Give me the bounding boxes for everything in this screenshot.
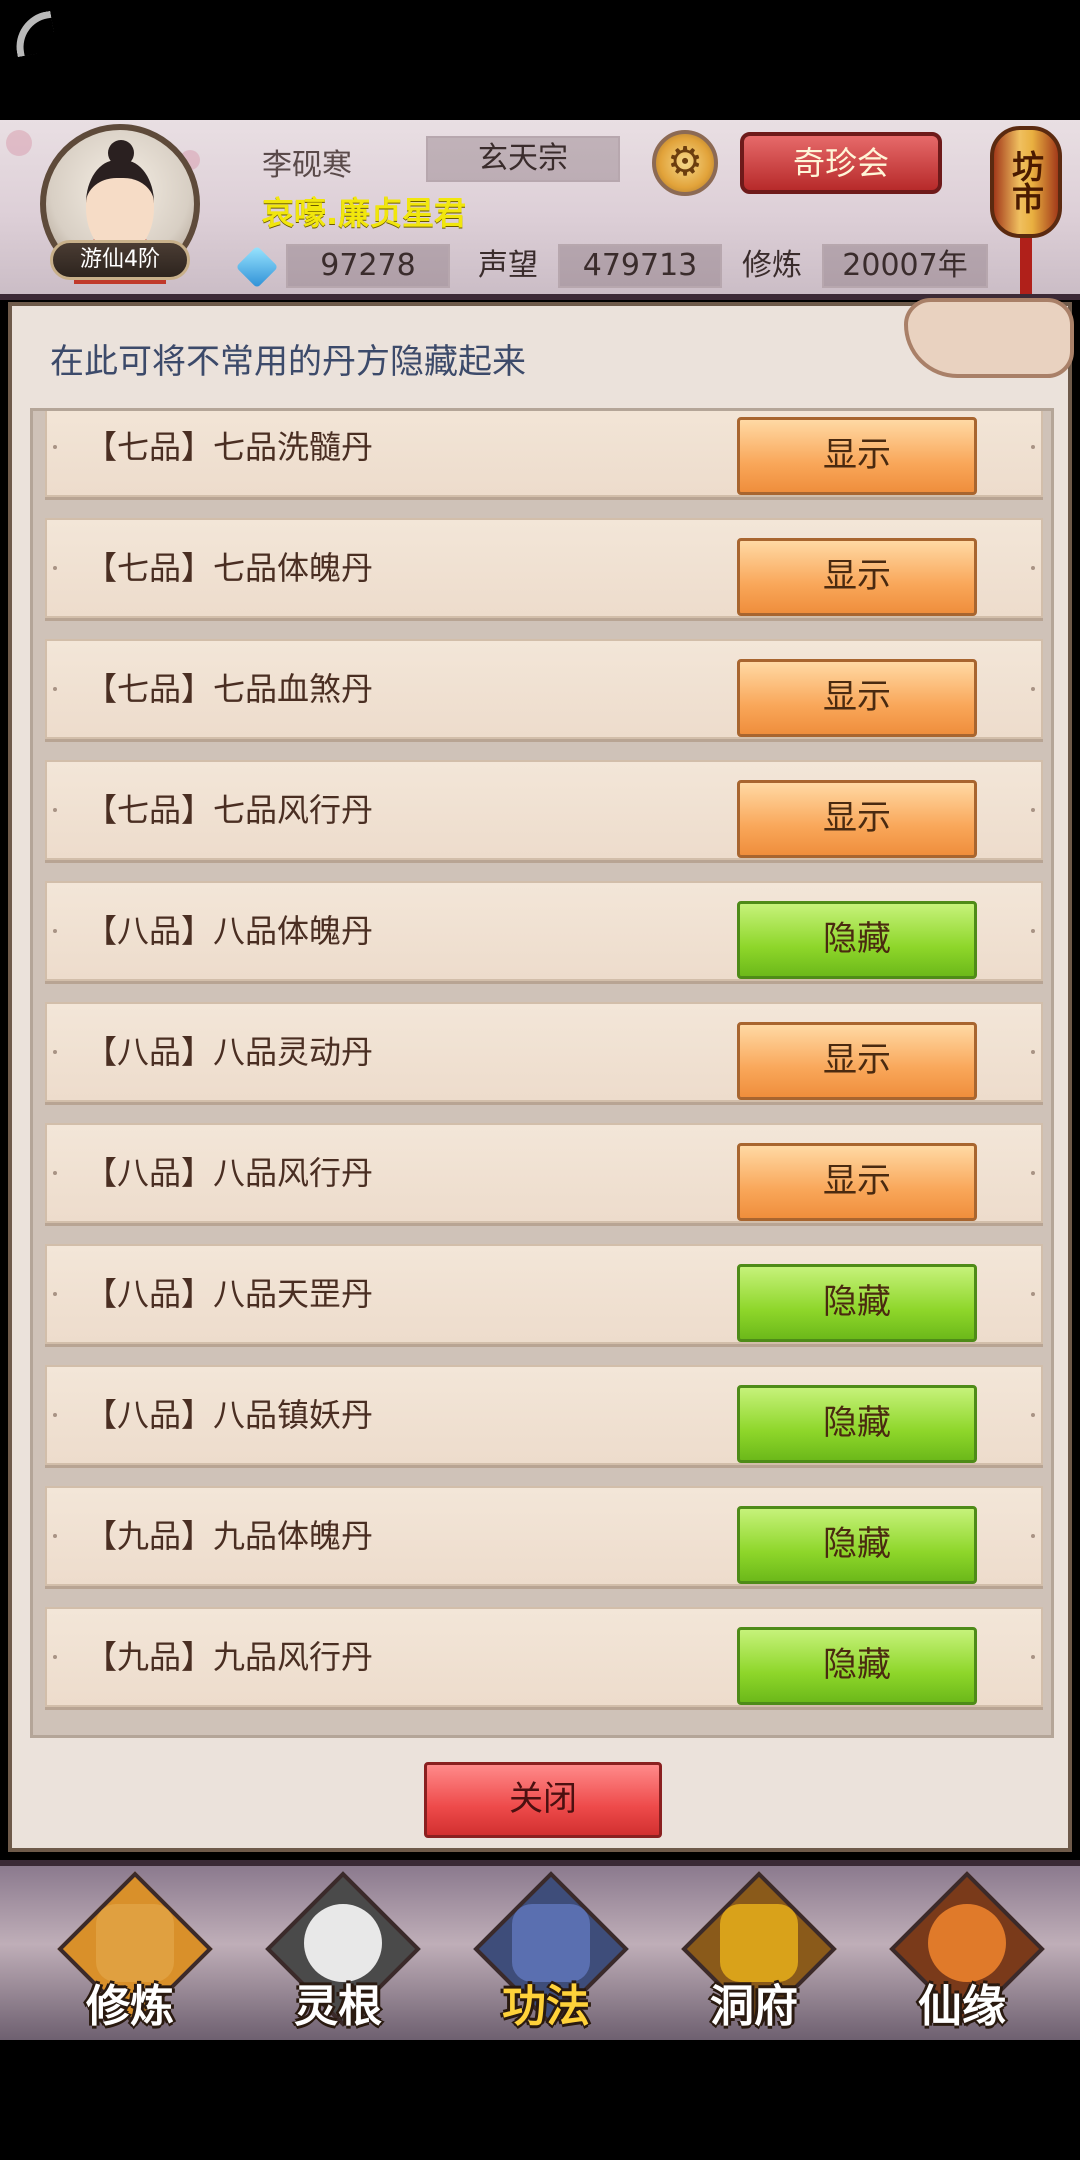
toggle-visibility-button[interactable]: 隐藏	[737, 901, 977, 979]
rivet-dot	[53, 1292, 57, 1296]
list-item: 【八品】八品灵动丹 显示	[45, 1002, 1043, 1102]
pill-name: 【七品】七品体魄丹	[85, 549, 374, 587]
sect-name: 玄天宗	[426, 136, 620, 182]
toggle-visibility-button[interactable]: 显示	[737, 1143, 977, 1221]
toggle-visibility-button[interactable]: 显示	[737, 538, 977, 616]
list-item: 【七品】七品洗髓丹 显示	[45, 411, 1043, 497]
list-item: 【九品】九品风行丹 隐藏	[45, 1607, 1043, 1707]
list-item: 【七品】七品风行丹 显示	[45, 760, 1043, 860]
lantern-tassel	[1020, 238, 1032, 294]
settings-gear-icon[interactable]: ⚙	[652, 130, 718, 196]
list-item: 【七品】七品体魄丹 显示	[45, 518, 1043, 618]
rivet-dot	[53, 1534, 57, 1538]
spirit-stone-icon	[235, 245, 279, 289]
rivet-dot	[1031, 445, 1035, 449]
rivet-dot	[53, 566, 57, 570]
rank-badge: 游仙4阶	[50, 240, 190, 280]
nav-spirit-root[interactable]: 灵根	[258, 1871, 421, 2034]
player-header: 游仙4阶 李砚寒 玄天宗 ⚙ 奇珍会 坊市 哀嚎.廉贞星君 97278 声望 4…	[0, 120, 1080, 300]
toggle-visibility-button[interactable]: 显示	[737, 780, 977, 858]
toggle-visibility-button[interactable]: 隐藏	[737, 1506, 977, 1584]
nav-label: 功法	[502, 1981, 590, 2032]
rivet-dot	[1031, 1655, 1035, 1659]
cultivation-value: 20007年	[822, 244, 988, 288]
rivet-dot	[53, 929, 57, 933]
bottom-bar	[0, 2040, 1080, 2160]
pill-name: 【九品】九品体魄丹	[85, 1517, 374, 1555]
nav-label: 仙缘	[918, 1981, 1006, 2032]
nav-cave[interactable]: 洞府	[674, 1871, 837, 2034]
rivet-dot	[1031, 808, 1035, 812]
player-title: 哀嚎.廉贞星君	[262, 194, 467, 232]
nav-cultivate[interactable]: 修炼	[50, 1871, 213, 2034]
nav-fate[interactable]: 仙缘	[882, 1871, 1045, 2034]
blossom-decoration	[6, 130, 32, 156]
list-item: 【八品】八品体魄丹 隐藏	[45, 881, 1043, 981]
nav-label: 洞府	[710, 1981, 798, 2032]
rivet-dot	[1031, 1534, 1035, 1538]
cultivation-label: 修炼	[742, 248, 802, 283]
pill-name: 【七品】七品血煞丹	[85, 670, 374, 708]
list-item: 【七品】七品血煞丹 显示	[45, 639, 1043, 739]
nav-label: 修炼	[86, 1981, 174, 2032]
rivet-dot	[1031, 1292, 1035, 1296]
pill-name: 【七品】七品洗髓丹	[85, 428, 374, 466]
avatar-hair	[108, 140, 134, 166]
status-bar	[0, 0, 1080, 120]
rivet-dot	[53, 1050, 57, 1054]
rivet-dot	[1031, 566, 1035, 570]
list-item: 【八品】八品天罡丹 隐藏	[45, 1244, 1043, 1344]
rivet-dot	[53, 445, 57, 449]
pill-visibility-panel: 在此可将不常用的丹方隐藏起来 【七品】七品洗髓丹 显示 【七品】七品体魄丹 显示…	[8, 298, 1074, 1852]
toggle-visibility-button[interactable]: 隐藏	[737, 1385, 977, 1463]
toggle-visibility-button[interactable]: 显示	[737, 659, 977, 737]
rivet-dot	[53, 1413, 57, 1417]
close-button[interactable]: 关闭	[424, 1762, 662, 1838]
player-name: 李砚寒	[262, 148, 352, 183]
rivet-dot	[1031, 687, 1035, 691]
rivet-dot	[1031, 1413, 1035, 1417]
toggle-visibility-button[interactable]: 显示	[737, 417, 977, 495]
toggle-visibility-button[interactable]: 隐藏	[737, 1264, 977, 1342]
reputation-label: 声望	[478, 248, 538, 283]
list-item: 【八品】八品风行丹 显示	[45, 1123, 1043, 1223]
pill-name: 【八品】八品灵动丹	[85, 1033, 374, 1071]
treasure-market-button[interactable]: 奇珍会	[740, 132, 942, 194]
pill-name: 【八品】八品体魄丹	[85, 912, 374, 950]
bottom-nav: 修炼 灵根 功法 洞府 仙缘	[0, 1860, 1080, 2040]
loading-icon	[10, 10, 58, 58]
pill-name: 【八品】八品天罡丹	[85, 1275, 374, 1313]
list-item: 【八品】八品镇妖丹 隐藏	[45, 1365, 1043, 1465]
rivet-dot	[1031, 1050, 1035, 1054]
toggle-visibility-button[interactable]: 隐藏	[737, 1627, 977, 1705]
rivet-dot	[53, 1655, 57, 1659]
rivet-dot	[53, 1171, 57, 1175]
list-item: 【九品】九品体魄丹 隐藏	[45, 1486, 1043, 1586]
market-lantern-icon[interactable]: 坊市	[990, 126, 1062, 238]
gem-count: 97278	[286, 244, 450, 288]
nav-skills[interactable]: 功法	[466, 1871, 629, 2034]
rivet-dot	[53, 808, 57, 812]
rivet-dot	[1031, 929, 1035, 933]
pill-name: 【七品】七品风行丹	[85, 791, 374, 829]
pill-name: 【八品】八品风行丹	[85, 1154, 374, 1192]
pill-name: 【九品】九品风行丹	[85, 1638, 374, 1676]
rivet-dot	[1031, 1171, 1035, 1175]
rivet-dot	[53, 687, 57, 691]
nav-label: 灵根	[294, 1981, 382, 2032]
pill-list[interactable]: 【七品】七品洗髓丹 显示 【七品】七品体魄丹 显示 【七品】七品血煞丹 显示 【…	[30, 408, 1054, 1738]
toggle-visibility-button[interactable]: 显示	[737, 1022, 977, 1100]
panel-hint: 在此可将不常用的丹方隐藏起来	[50, 342, 526, 382]
pill-name: 【八品】八品镇妖丹	[85, 1396, 374, 1434]
reputation-value: 479713	[558, 244, 722, 288]
cloud-decoration	[904, 298, 1074, 378]
